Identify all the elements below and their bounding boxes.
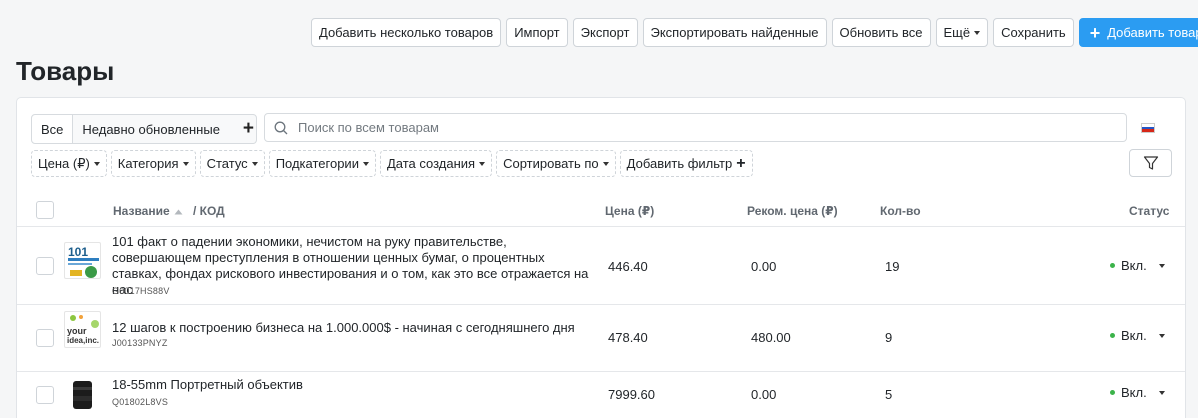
product-code: Q01802L8VS [112,397,169,407]
filter-status[interactable]: Статус [199,150,265,177]
row-checkbox[interactable] [36,386,54,404]
column-name-header[interactable]: Название [113,204,183,218]
caret-down-icon [602,161,609,166]
plus-icon: + [1089,22,1101,43]
status-dot-icon [1110,333,1115,338]
russian-flag-icon[interactable] [1141,123,1155,133]
caret-down-icon [1158,333,1165,338]
filter-subcategories-label: Подкатегории [275,156,359,171]
add-filter-label: Добавить фильтр [626,156,733,171]
product-code: J00133PNYZ [112,338,168,348]
view-tabs: Все Недавно обновленные + [31,114,257,144]
column-price-header[interactable]: Цена (₽) [605,204,654,218]
export-button[interactable]: Экспорт [572,18,638,47]
product-name[interactable]: 101 факт о падении экономики, нечистом н… [112,234,592,298]
product-rec-price[interactable]: 480.00 [751,330,791,345]
refresh-all-button[interactable]: Обновить все [831,18,931,47]
product-name[interactable]: 18-55mm Портретный объектив [112,377,592,393]
status-label: Вкл. [1121,328,1147,343]
add-product-button[interactable]: + Добавить товар [1078,18,1198,47]
product-price[interactable]: 446.40 [608,259,648,274]
plus-icon: + [736,154,746,172]
status-dot-icon [1110,390,1115,395]
caret-down-icon [182,161,189,166]
status-dot-icon [1110,263,1115,268]
add-filter-button[interactable]: Добавить фильтр + [619,150,753,177]
product-qty[interactable]: 9 [885,330,892,345]
svg-text:idea,inc.: idea,inc. [67,336,99,345]
filter-created-label: Дата создания [386,156,476,171]
caret-down-icon [479,161,486,166]
status-dropdown[interactable]: Вкл. [1110,385,1165,400]
row-checkbox[interactable] [36,257,54,275]
filter-sort-by[interactable]: Сортировать по [496,150,616,177]
add-tab-icon[interactable]: + [243,118,254,140]
save-button[interactable]: Сохранить [993,18,1074,47]
caret-down-icon [251,161,258,166]
export-found-button[interactable]: Экспортировать найденные [642,18,827,47]
import-button[interactable]: Импорт [506,18,568,47]
advanced-filter-button[interactable] [1129,149,1172,177]
svg-text:101: 101 [68,245,88,259]
caret-down-icon [93,161,100,166]
status-dropdown[interactable]: Вкл. [1110,328,1165,343]
column-name-label: Название [113,204,170,218]
filter-bar: Цена (₽) Категория Статус Подкатегории Д… [31,150,753,177]
search-box [264,113,1127,142]
more-label: Ещё [943,25,971,40]
camera-lens-icon [64,377,101,414]
funnel-icon [1143,156,1158,170]
filter-price-label: Цена (₽) [38,155,90,171]
product-price[interactable]: 478.40 [608,330,648,345]
product-rec-price[interactable]: 0.00 [751,387,776,402]
filter-price[interactable]: Цена (₽) [31,150,107,177]
book-cover-101-economics-icon: 101 [64,242,101,279]
status-dropdown[interactable]: Вкл. [1110,258,1165,273]
product-qty[interactable]: 19 [885,259,899,274]
select-all-checkbox[interactable] [36,201,54,219]
filter-sort-label: Сортировать по [503,156,599,171]
column-code-header[interactable]: / КОД [193,204,225,218]
table-header: Название / КОД Цена (₽) Реком. цена (₽) … [17,197,1185,227]
status-label: Вкл. [1121,258,1147,273]
caret-down-icon [362,161,369,166]
status-label: Вкл. [1121,385,1147,400]
row-checkbox[interactable] [36,329,54,347]
add-product-label: Добавить товар [1107,25,1198,40]
product-code: G0017HS88V [112,286,170,296]
filter-status-label: Статус [206,156,248,171]
more-dropdown-button[interactable]: Ещё [935,18,989,47]
filter-created-date[interactable]: Дата создания [379,150,493,177]
caret-down-icon [1158,263,1165,268]
column-status-header[interactable]: Статус [1129,204,1169,218]
search-icon [274,121,288,134]
column-qty-header[interactable]: Кол-во [880,204,921,218]
tab-all[interactable]: Все [32,115,74,143]
page-title: Товары [16,56,115,86]
caret-down-icon [1158,390,1165,395]
table-row[interactable]: your idea,inc. 12 шагов к построению биз… [17,305,1185,372]
top-toolbar: Добавить несколько товаров Импорт Экспор… [311,18,1198,47]
table-row[interactable]: 18-55mm Портретный объектив Q01802L8VS 7… [17,372,1185,418]
filter-category-label: Категория [117,156,179,171]
filter-subcategories[interactable]: Подкатегории [268,150,376,177]
product-rec-price[interactable]: 0.00 [751,259,776,274]
caret-down-icon [974,30,981,35]
product-name[interactable]: 12 шагов к построению бизнеса на 1.000.0… [112,320,592,336]
product-qty[interactable]: 5 [885,387,892,402]
add-multiple-products-button[interactable]: Добавить несколько товаров [311,18,502,47]
book-cover-your-idea-inc-icon: your idea,inc. [64,311,101,348]
column-rec-price-header[interactable]: Реком. цена (₽) [747,204,838,218]
filter-category[interactable]: Категория [110,150,196,177]
svg-text:your: your [67,326,87,336]
table-row[interactable]: 101 101 факт о падении экономики, нечист… [17,228,1185,305]
sort-asc-icon [174,209,183,215]
search-input[interactable] [298,120,998,135]
product-price[interactable]: 7999.60 [608,387,655,402]
tab-recently-updated[interactable]: Недавно обновленные [73,115,229,143]
products-card: Все Недавно обновленные + Цена (₽) Катег… [16,97,1186,418]
